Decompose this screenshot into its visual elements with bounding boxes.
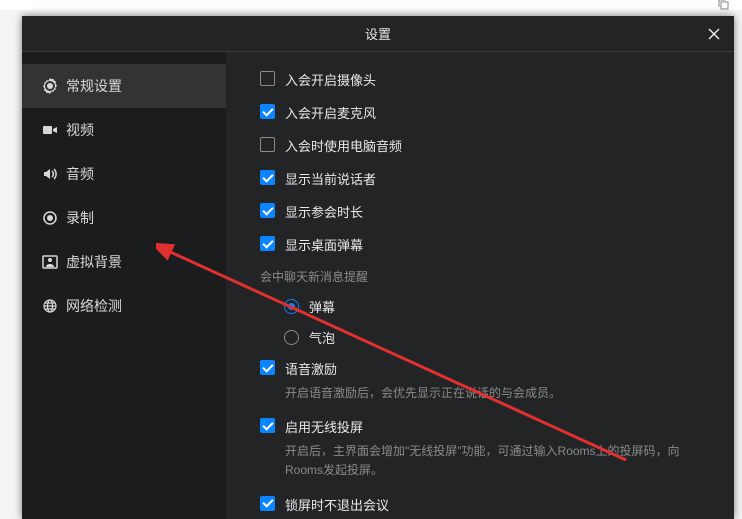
sidebar-item-label: 音频 [66, 164, 94, 184]
option-desc: 开启后，主界面会增加"无线投屏"功能，可通过输入Rooms上的投屏码，向Room… [285, 442, 714, 480]
option-2[interactable]: 入会时使用电脑音频 [260, 136, 714, 155]
checkbox-label: 入会时使用电脑音频 [285, 136, 402, 155]
sidebar-item-label: 虚拟背景 [66, 252, 122, 272]
video-icon [42, 122, 58, 138]
option-0[interactable]: 入会开启摄像头 [260, 70, 714, 89]
audio-icon [42, 166, 58, 182]
sidebar-item-label: 常规设置 [66, 76, 122, 96]
option-1[interactable]: 入会开启麦克风 [260, 103, 714, 122]
modal-title: 设置 [365, 24, 391, 43]
option-desc: 开启语音激励后，会优先显示正在说话的与会成员。 [285, 384, 714, 403]
record-icon [42, 210, 58, 226]
advanced-1[interactable]: 启用无线投屏 [260, 417, 714, 436]
checkbox-label: 显示桌面弹幕 [285, 235, 363, 254]
sidebar-item-2[interactable]: 音频 [22, 152, 226, 196]
checkbox[interactable] [260, 137, 275, 152]
checkbox[interactable] [260, 360, 275, 375]
radio-input[interactable] [284, 299, 299, 314]
sidebar: 常规设置视频音频录制虚拟背景网络检测 [22, 52, 226, 519]
sidebar-item-5[interactable]: 网络检测 [22, 284, 226, 328]
checkbox[interactable] [260, 170, 275, 185]
checkbox[interactable] [260, 104, 275, 119]
message-section-title: 会中聊天新消息提醒 [260, 268, 714, 285]
radio-0[interactable]: 弹幕 [284, 297, 714, 316]
radio-label: 气泡 [309, 328, 335, 347]
checkbox-label: 语音激励 [285, 359, 337, 378]
option-5[interactable]: 显示桌面弹幕 [260, 235, 714, 254]
settings-modal: 设置 常规设置视频音频录制虚拟背景网络检测 入会开启摄像头入会开启麦克风入会时使… [22, 16, 734, 519]
option-3[interactable]: 显示当前说话者 [260, 169, 714, 188]
sidebar-item-4[interactable]: 虚拟背景 [22, 240, 226, 284]
content-panel: 入会开启摄像头入会开启麦克风入会时使用电脑音频显示当前说话者显示参会时长显示桌面… [226, 52, 734, 519]
checkbox[interactable] [260, 203, 275, 218]
checkbox-label: 显示参会时长 [285, 202, 363, 221]
radio-1[interactable]: 气泡 [284, 328, 714, 347]
radio-label: 弹幕 [309, 297, 335, 316]
checkbox[interactable] [260, 71, 275, 86]
close-button[interactable] [704, 24, 724, 44]
popout-icon[interactable] [718, 0, 730, 10]
checkbox[interactable] [260, 496, 275, 511]
checkbox-label: 显示当前说话者 [285, 169, 376, 188]
gear-icon [42, 78, 58, 94]
checkbox-label: 入会开启摄像头 [285, 70, 376, 89]
checkbox[interactable] [260, 236, 275, 251]
sidebar-item-3[interactable]: 录制 [22, 196, 226, 240]
sidebar-item-label: 网络检测 [66, 296, 122, 316]
sidebar-item-label: 视频 [66, 120, 94, 140]
sidebar-item-1[interactable]: 视频 [22, 108, 226, 152]
modal-header: 设置 [22, 16, 734, 52]
vbg-icon [42, 254, 58, 270]
checkbox-label: 入会开启麦克风 [285, 103, 376, 122]
network-icon [42, 298, 58, 314]
checkbox[interactable] [260, 418, 275, 433]
checkbox-label: 锁屏时不退出会议 [285, 495, 389, 514]
advanced-0[interactable]: 语音激励 [260, 359, 714, 378]
sidebar-item-0[interactable]: 常规设置 [22, 64, 226, 108]
sidebar-item-label: 录制 [66, 208, 94, 228]
option-4[interactable]: 显示参会时长 [260, 202, 714, 221]
radio-input[interactable] [284, 330, 299, 345]
checkbox-label: 启用无线投屏 [285, 417, 363, 436]
advanced-2[interactable]: 锁屏时不退出会议 [260, 495, 714, 514]
